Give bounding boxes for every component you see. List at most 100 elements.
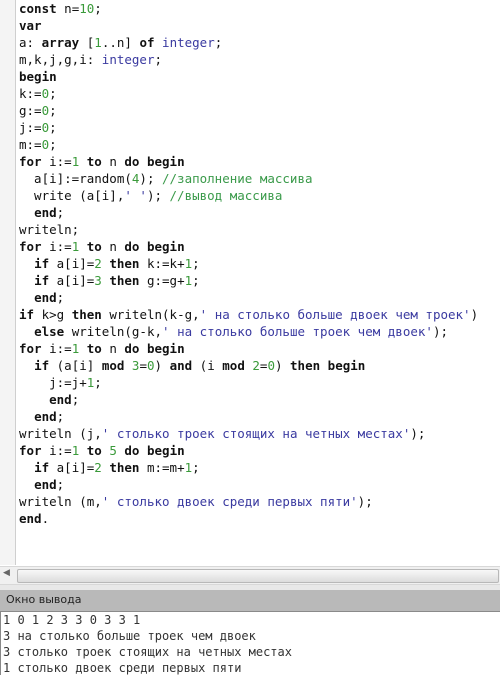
code-token-type: integer [162,35,215,50]
scrollbar-thumb[interactable] [17,569,499,583]
code-token-type: integer [101,52,155,67]
code-token-plain: [ [79,35,95,50]
code-token-plain: ; [71,392,80,407]
code-token-plain: ; [56,409,65,424]
code-token-num: 0 [146,358,155,373]
code-token-kw: if [34,273,50,288]
code-token-plain: ; [94,375,102,390]
code-token-kw: then [71,307,102,322]
code-token-kw: mod [101,358,125,373]
code-line: if a[i]=2 then k:=k+1; [19,255,478,272]
code-token-plain: ; [49,120,57,135]
code-token-plain: ); [432,324,449,339]
code-token-plain: ); [139,171,162,186]
code-token-plain: i:= [41,154,72,169]
code-token-num: 0 [267,358,275,373]
code-token-plain: ; [56,205,65,220]
code-token-kw: const [19,1,57,16]
code-line: end. [19,510,478,527]
code-token-plain: j:= [19,120,42,135]
code-line: end; [19,204,478,221]
code-token-kw: to [86,239,102,254]
code-token-kw: var [19,18,42,33]
code-token-num: 5 [109,443,117,458]
code-token-plain: k>g [34,307,72,322]
code-token-plain: ; [192,256,200,271]
code-token-plain: writeln(k-g, [101,307,200,322]
code-line: m:=0; [19,136,478,153]
code-token-kw: end [34,409,57,424]
code-text[interactable]: const n=10; var a: array [1..n] of integer… [19,0,478,527]
code-editor[interactable]: const n=10; var a: array [1..n] of integer… [0,0,500,565]
code-token-kw: if [34,460,50,475]
code-line: if a[i]=3 then g:=g+1; [19,272,478,289]
code-token-plain: ) [274,358,291,373]
code-token-kw: do [124,443,140,458]
code-token-kw: to [86,341,102,356]
code-line: writeln (j,' столько троек стоящих на че… [19,425,478,442]
horizontal-scrollbar[interactable]: ◀ [0,566,500,585]
code-token-com: //заполнение массива [162,171,313,186]
code-token-plain: ; [56,290,65,305]
code-token-plain: ..n] [101,35,140,50]
output-panel: 1 0 1 2 3 3 0 3 3 1 3 на столько больше … [0,612,500,675]
code-token-kw: for [19,341,42,356]
code-line: write (a[i],' '); //вывод массива [19,187,478,204]
scroll-left-icon[interactable]: ◀ [3,568,10,578]
code-token-num: 1 [184,460,193,475]
code-token-kw: to [86,154,102,169]
code-token-plain: a[i]= [49,256,95,271]
code-token-plain: n [101,154,125,169]
output-line: 3 на столько больше троек чем двоек [3,629,256,643]
code-token-plain: g:= [19,103,42,118]
code-token-num: 0 [41,120,50,135]
code-token-plain: ; [192,460,200,475]
code-line: writeln; [19,221,478,238]
code-token-kw: then [109,460,140,475]
code-token-plain: ; [49,103,57,118]
code-token-kw: do [124,154,140,169]
code-token-kw: if [34,358,50,373]
code-token-plain: ; [49,86,57,101]
code-token-plain: ); [146,188,170,203]
code-token-str: ' на столько больше троек чем двоек' [162,324,433,339]
code-token-plain: m:=m+ [139,460,185,475]
code-token-kw: then [290,358,321,373]
code-token-kw: for [19,443,42,458]
code-token-plain: a[i]:=random( [19,171,132,186]
code-token-kw: begin [147,443,185,458]
code-token-num: 0 [41,137,50,152]
code-token-plain: write (a[i], [19,188,125,203]
code-token-plain: ; [94,1,102,16]
code-token-kw: if [34,256,50,271]
code-line: if a[i]=2 then m:=m+1; [19,459,478,476]
code-token-kw: begin [327,358,366,373]
code-token-plain: n [101,341,125,356]
code-line: for i:=1 to n do begin [19,153,478,170]
code-token-plain: a[i]= [49,273,95,288]
code-token-plain: a[i]= [49,460,95,475]
code-line: if (a[i] mod 3=0) and (i mod 2=0) then b… [19,357,478,374]
code-token-num: 2 [252,358,260,373]
code-token-num: 3 [94,273,102,288]
code-token-kw: end [19,511,42,526]
code-token-kw: then [109,256,140,271]
code-token-kw: begin [19,69,57,84]
code-token-plain: m:= [19,137,42,152]
code-token-kw: if [19,307,35,322]
code-line: end; [19,289,478,306]
code-line: for i:=1 to n do begin [19,340,478,357]
code-token-plain: ) [470,307,479,322]
code-token-num: 1 [94,35,102,50]
code-line: end; [19,476,478,493]
code-token-plain: ); [410,426,426,441]
code-line: j:=j+1; [19,374,478,391]
